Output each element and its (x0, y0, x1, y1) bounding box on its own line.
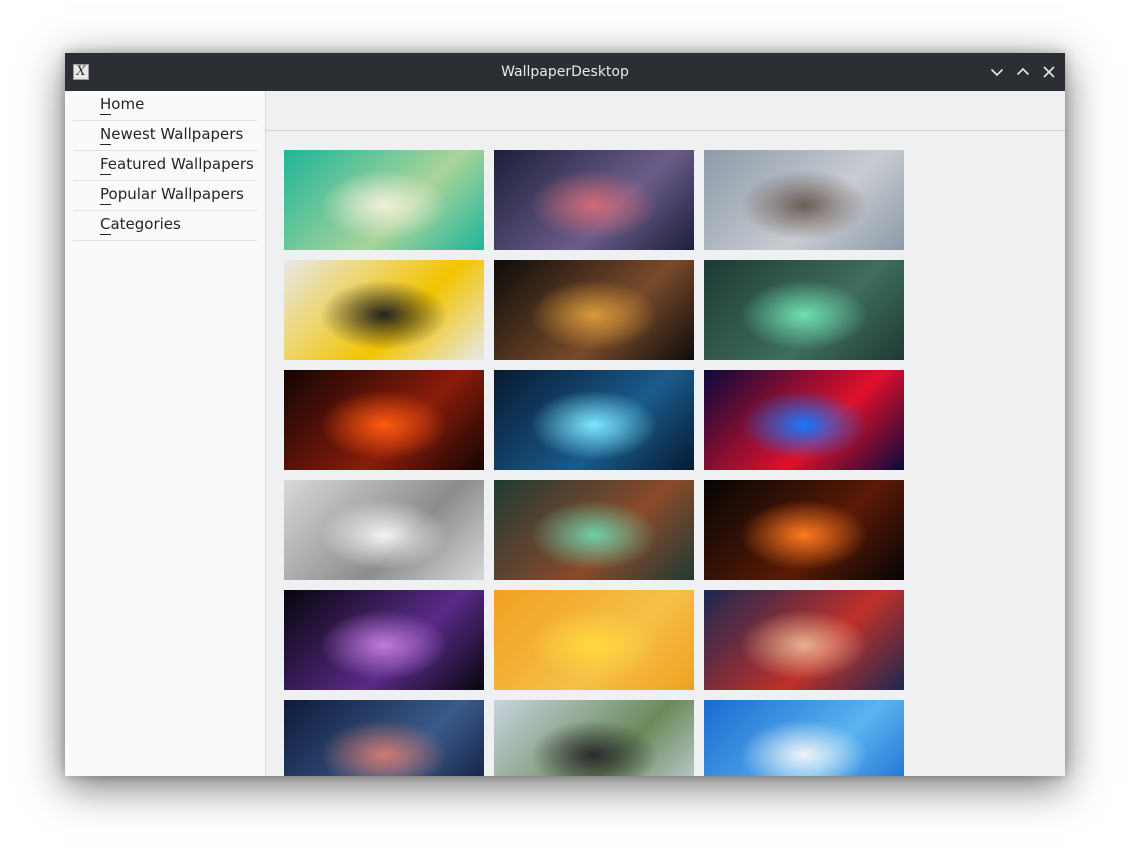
sidebar-item-home[interactable]: Home (73, 91, 257, 121)
toolbar (266, 91, 1065, 131)
wallpaper-thumbnail-clouds-blue-sky[interactable] (704, 700, 904, 776)
sidebar-item-label: Categories (100, 215, 181, 233)
sidebar-item-label: Newest Wallpapers (100, 125, 244, 143)
wallpaper-thumbnail-blue-portal-ring[interactable] (494, 370, 694, 470)
wallpaper-thumbnail-neon-red-blue-corridor[interactable] (704, 370, 904, 470)
wallpaper-thumbnail-snowy-forest-wolf[interactable] (284, 480, 484, 580)
wallpaper-thumbnail-man-portrait-navy[interactable] (284, 700, 484, 776)
wallpaper-thumbnail-striped-yellow-black-spheres[interactable] (284, 260, 484, 360)
sidebar-item-label: Featured Wallpapers (100, 155, 254, 173)
close-button[interactable] (1039, 62, 1059, 82)
app-window: X WallpaperDesktop Home Newest Wallpaper… (65, 53, 1065, 776)
mnemonic-underline (100, 114, 111, 115)
window-title: WallpaperDesktop (501, 64, 629, 80)
wallpaper-grid (266, 131, 1065, 776)
mnemonic-underline (100, 144, 111, 145)
sidebar-item-label: Popular Wallpapers (100, 185, 244, 203)
sidebar-item-label: Home (100, 95, 145, 113)
wallpaper-thumbnail-orange-space-nebula[interactable] (704, 480, 904, 580)
wallpaper-thumbnail-purple-cosmic-swirl[interactable] (284, 590, 484, 690)
wallpaper-thumbnail-red-fractal-flame[interactable] (284, 370, 484, 470)
title-bar[interactable]: X WallpaperDesktop (65, 53, 1065, 91)
mnemonic-underline (100, 204, 111, 205)
wallpaper-thumbnail-the-flash-running[interactable] (704, 590, 904, 690)
close-icon (1043, 66, 1055, 78)
sidebar: Home Newest Wallpapers Featured Wallpape… (65, 91, 266, 776)
wallpaper-thumbnail-flying-castle-over-clouds[interactable] (284, 150, 484, 250)
wallpaper-thumbnail-soldiers-on-rocky-cliff[interactable] (704, 150, 904, 250)
mnemonic-underline (100, 174, 111, 175)
sidebar-item-categories[interactable]: Categories (73, 211, 257, 241)
chevron-down-icon (990, 68, 1004, 77)
wallpaper-thumbnail-golden-sports-car-tunnel[interactable] (494, 260, 694, 360)
wallpaper-thumbnail-spaceship-near-pink-planet[interactable] (494, 150, 694, 250)
sidebar-item-newest-wallpapers[interactable]: Newest Wallpapers (73, 121, 257, 151)
sidebar-item-featured-wallpapers[interactable]: Featured Wallpapers (73, 151, 257, 181)
chevron-up-icon (1016, 67, 1030, 76)
wallpaper-thumbnail-banana-on-orange[interactable] (494, 590, 694, 690)
wallpaper-thumbnail-green-glowing-cube[interactable] (704, 260, 904, 360)
sidebar-item-popular-wallpapers[interactable]: Popular Wallpapers (73, 181, 257, 211)
maximize-button[interactable] (1013, 62, 1033, 82)
wallpaper-thumbnail-samus-armor-aurora[interactable] (494, 480, 694, 580)
mnemonic-underline (100, 234, 111, 235)
wallpaper-thumbnail-muscle-car-cloudy-sky[interactable] (494, 700, 694, 776)
minimize-button[interactable] (987, 62, 1007, 82)
